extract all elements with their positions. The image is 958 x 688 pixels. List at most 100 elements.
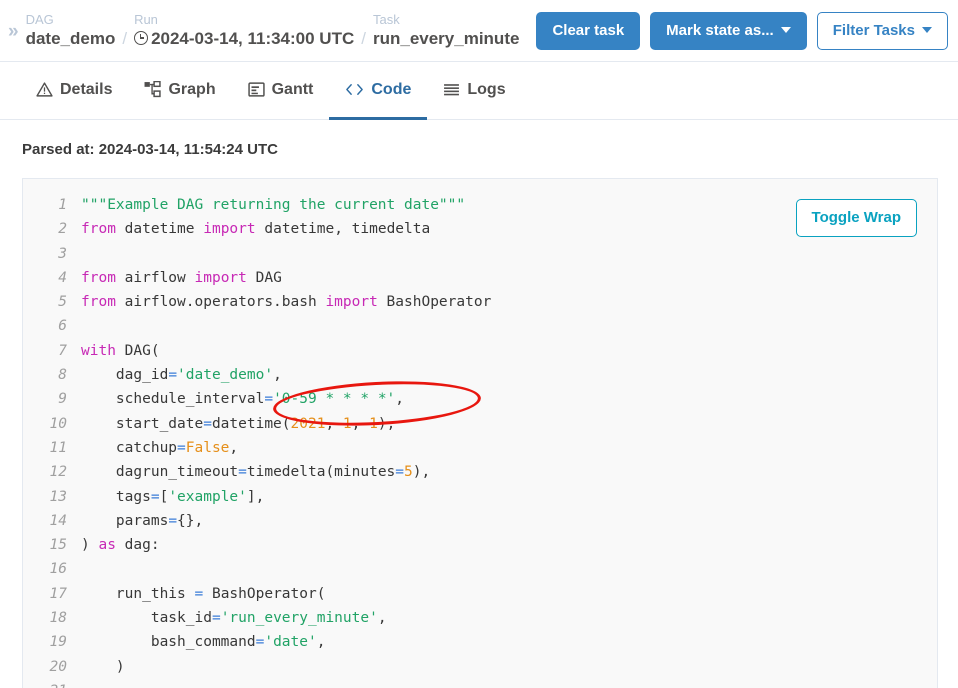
code-line: 16 (23, 557, 937, 581)
code-viewer[interactable]: 1"""Example DAG returning the current da… (23, 179, 937, 688)
code-token: , (325, 416, 342, 432)
tab-code-label: Code (371, 81, 411, 99)
code-line-number: 17 (23, 582, 81, 606)
code-token: 'date_demo' (177, 367, 273, 383)
code-line-number: 1 (23, 193, 81, 217)
code-line-number: 12 (23, 460, 81, 484)
tab-logs[interactable]: Logs (427, 62, 521, 120)
code-token: 'example' (168, 489, 247, 505)
code-token: 5 (404, 464, 413, 480)
breadcrumb-value-dag: date_demo (26, 28, 116, 50)
breadcrumb-item-dag[interactable]: DAG date_demo (26, 12, 116, 50)
code-line-number: 2 (23, 217, 81, 241)
code-token: ) (81, 537, 98, 553)
code-line: 9 schedule_interval='0-59 * * * *', (23, 387, 937, 411)
code-token: BashOperator( (203, 586, 325, 602)
code-line-number: 6 (23, 314, 81, 338)
code-token: 1 (343, 416, 352, 432)
code-token: dagrun_timeout (81, 464, 238, 480)
code-token: schedule_interval (81, 391, 264, 407)
code-line: 14 params={}, (23, 509, 937, 533)
code-token: BashOperator (378, 294, 492, 310)
code-token: as (98, 537, 115, 553)
clear-task-button[interactable]: Clear task (536, 12, 640, 50)
toggle-wrap-button[interactable]: Toggle Wrap (796, 199, 917, 237)
code-line-content: tags=['example'], (81, 485, 937, 509)
code-line: 19 bash_command='date', (23, 630, 937, 654)
code-token: = (238, 464, 247, 480)
code-brackets-icon (345, 81, 364, 98)
code-line-number: 7 (23, 339, 81, 363)
code-token: 1 (369, 416, 378, 432)
code-token: tags (81, 489, 151, 505)
code-token: dag: (116, 537, 160, 553)
code-line-content: dagrun_timeout=timedelta(minutes=5), (81, 460, 937, 484)
breadcrumb-label-dag: DAG (26, 12, 116, 27)
code-line-content: task_id='run_every_minute', (81, 606, 937, 630)
code-token: from (81, 221, 116, 237)
code-token: bash_command (81, 634, 256, 650)
code-line-number: 14 (23, 509, 81, 533)
code-token: datetime, timedelta (256, 221, 431, 237)
code-token: = (212, 610, 221, 626)
filter-tasks-button[interactable]: Filter Tasks (817, 12, 948, 50)
code-line-number: 19 (23, 630, 81, 654)
code-line: 3 (23, 242, 937, 266)
mark-state-as-button[interactable]: Mark state as... (650, 12, 807, 50)
chevron-down-icon (922, 27, 932, 33)
breadcrumb-item-task[interactable]: Task run_every_minute (373, 12, 519, 50)
tab-details-label: Details (60, 81, 112, 99)
code-token: 'run_every_minute' (221, 610, 378, 626)
code-token: = (168, 513, 177, 529)
code-token: ) (81, 659, 125, 675)
tab-details[interactable]: Details (20, 62, 128, 120)
code-token: catchup (81, 440, 177, 456)
code-line-number: 11 (23, 436, 81, 460)
code-line-content (81, 242, 937, 266)
code-line-number: 15 (23, 533, 81, 557)
code-line: 18 task_id='run_every_minute', (23, 606, 937, 630)
double-chevron-right-icon[interactable]: » (8, 22, 17, 41)
tab-gantt-label: Gantt (272, 81, 314, 99)
code-line-content: ) as dag: (81, 533, 937, 557)
breadcrumb-label-task: Task (373, 12, 519, 27)
code-token: airflow (116, 270, 195, 286)
code-token: datetime( (212, 416, 291, 432)
code-line: 6 (23, 314, 937, 338)
code-line-content: start_date=datetime(2021, 1, 1), (81, 412, 937, 436)
code-token: , (378, 610, 387, 626)
tab-gantt[interactable]: Gantt (232, 62, 330, 120)
code-token: False (186, 440, 230, 456)
code-token: run_this (81, 586, 195, 602)
code-line-number: 18 (23, 606, 81, 630)
graph-nodes-icon (144, 81, 161, 98)
breadcrumb-item-run[interactable]: Run 2024-03-14, 11:34:00 UTC (134, 12, 354, 50)
code-token: dag_id (81, 367, 168, 383)
code-line: 8 dag_id='date_demo', (23, 363, 937, 387)
code-token: '0-59 * * * *' (273, 391, 395, 407)
code-line-number: 4 (23, 266, 81, 290)
code-token: task_id (81, 610, 212, 626)
code-line: 17 run_this = BashOperator( (23, 582, 937, 606)
header-actions: Clear task Mark state as... Filter Tasks (536, 12, 948, 50)
tab-code[interactable]: Code (329, 62, 427, 120)
page-header: » DAG date_demo / Run 2024-03-14, 11:34:… (0, 0, 958, 62)
code-token: DAG (247, 270, 282, 286)
code-line-content (81, 314, 937, 338)
code-token: = (151, 489, 160, 505)
tab-bar: Details Graph Gantt Code Logs (0, 62, 958, 120)
code-line: 7with DAG( (23, 339, 937, 363)
tab-graph[interactable]: Graph (128, 62, 231, 120)
code-line: 12 dagrun_timeout=timedelta(minutes=5), (23, 460, 937, 484)
code-token: airflow.operators.bash (116, 294, 326, 310)
code-token: import (325, 294, 377, 310)
breadcrumb: DAG date_demo / Run 2024-03-14, 11:34:00… (26, 12, 537, 50)
code-token: = (395, 464, 404, 480)
code-line-number: 16 (23, 557, 81, 581)
code-panel: Toggle Wrap 1"""Example DAG returning th… (22, 178, 938, 688)
code-line: 13 tags=['example'], (23, 485, 937, 509)
code-token: , (229, 440, 238, 456)
code-line-content (81, 679, 937, 688)
code-line-content (81, 557, 937, 581)
code-line-number: 13 (23, 485, 81, 509)
